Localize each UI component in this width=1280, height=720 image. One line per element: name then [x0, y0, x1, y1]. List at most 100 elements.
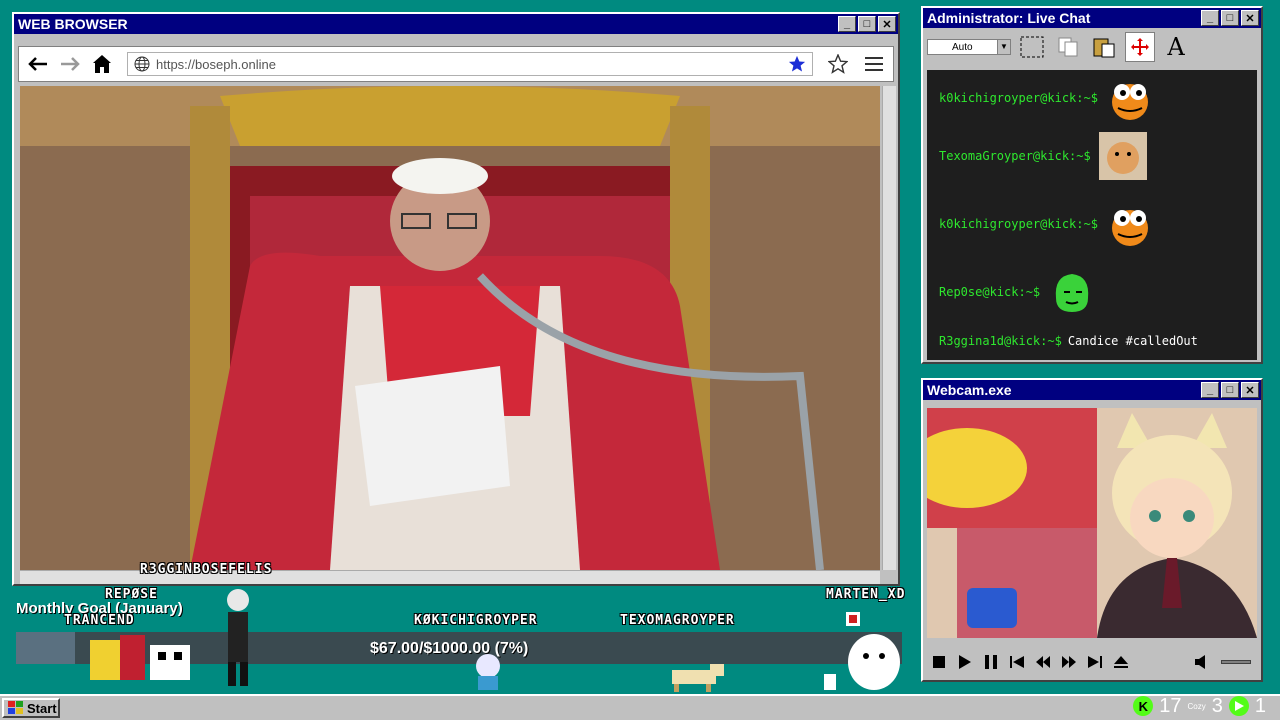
tray-count-b: 3	[1211, 694, 1223, 717]
webcam-window: Webcam.exe _ □ ✕	[921, 378, 1263, 682]
cozy-label: Cozy	[1187, 701, 1206, 711]
marquee-select-icon	[1020, 36, 1044, 58]
bookmarked-star-icon[interactable]	[788, 55, 806, 73]
minimize-button[interactable]: _	[1201, 382, 1219, 398]
volume-button[interactable]	[1195, 654, 1211, 670]
chat-toolbar: Auto ▼ A	[923, 28, 1261, 66]
video-player[interactable]	[20, 86, 880, 570]
maximize-button[interactable]: □	[858, 16, 876, 32]
tray-count-c: 1	[1254, 694, 1266, 717]
start-label: Start	[27, 700, 57, 716]
move-arrows-icon	[1131, 38, 1149, 56]
play-button[interactable]	[957, 654, 973, 670]
chat-username: k0kichigroyper@kick:~$	[939, 91, 1098, 105]
address-bar[interactable]: https://boseph.online	[127, 52, 813, 76]
play-circle-icon	[1228, 696, 1249, 716]
move-button[interactable]	[1125, 32, 1155, 62]
paste-button[interactable]	[1089, 32, 1119, 62]
pause-icon	[985, 655, 997, 669]
frog-emote-icon	[1111, 84, 1148, 120]
vertical-scrollbar[interactable]	[882, 86, 896, 570]
frog-emote-icon	[1111, 210, 1148, 246]
eject-button[interactable]	[1113, 654, 1129, 670]
minimize-button[interactable]: _	[838, 16, 856, 32]
next-button[interactable]	[1087, 654, 1103, 670]
paste-icon	[1093, 38, 1115, 58]
volume-slider[interactable]	[1221, 660, 1251, 664]
favorites-button[interactable]	[825, 52, 851, 76]
copy-button[interactable]	[1053, 32, 1083, 62]
webcam-titlebar[interactable]: Webcam.exe _ □ ✕	[923, 380, 1261, 400]
speaker-icon	[1195, 655, 1205, 669]
viewer-tag: TEXOMAGROYPER	[620, 613, 735, 628]
close-button[interactable]: ✕	[1241, 10, 1259, 26]
back-arrow-icon	[28, 57, 47, 71]
browser-toolbar: https://boseph.online	[18, 46, 894, 82]
previous-button[interactable]	[1009, 654, 1025, 670]
goal-progress-fill	[16, 632, 76, 664]
font-button[interactable]: A	[1161, 32, 1191, 62]
pause-button[interactable]	[983, 654, 999, 670]
close-button[interactable]: ✕	[1241, 382, 1259, 398]
close-button[interactable]: ✕	[878, 16, 896, 32]
viewer-tag: MARTEN_XD	[826, 587, 906, 602]
vtuber-avatar-image	[927, 408, 1257, 638]
browser-title: WEB BROWSER	[18, 16, 128, 32]
fast-forward-icon	[1062, 656, 1076, 668]
url-text: https://boseph.online	[156, 56, 276, 72]
stop-button[interactable]	[931, 654, 947, 670]
chat-username: k0kichigroyper@kick:~$	[939, 217, 1098, 231]
pixel-bird-sprite	[476, 654, 500, 690]
pixel-avatars-sprite	[90, 635, 190, 680]
home-icon	[93, 55, 111, 73]
minimize-button[interactable]: _	[1201, 10, 1219, 26]
skip-back-icon	[1010, 656, 1024, 668]
forward-button[interactable]	[57, 52, 83, 76]
start-button[interactable]: Start	[2, 698, 60, 718]
pixel-ghost-sprite	[824, 612, 900, 690]
chat-message: TexomaGroyper@kick:~$	[939, 132, 1147, 180]
chat-message: R3ggina1d@kick:~$ Candice #calledOut	[939, 334, 1198, 348]
chat-message: k0kichigroyper@kick:~$	[939, 200, 1154, 248]
rewind-button[interactable]	[1035, 654, 1051, 670]
star-outline-icon	[828, 54, 848, 74]
tray-count-a: 17	[1159, 694, 1182, 717]
webcam-feed	[927, 408, 1257, 638]
media-player-controls	[931, 648, 1253, 676]
viewer-tag: TRANCEND	[64, 613, 135, 628]
viewer-tag: REPØSE	[105, 587, 158, 602]
fast-forward-button[interactable]	[1061, 654, 1077, 670]
browser-titlebar[interactable]: WEB BROWSER _ □ ✕	[14, 14, 898, 34]
live-chat-window: Administrator: Live Chat _ □ ✕ Auto ▼ A …	[921, 6, 1263, 364]
pixel-dog-sprite	[672, 664, 724, 692]
stop-icon	[933, 656, 945, 668]
chat-message: Rep0se@kick:~$	[939, 268, 1096, 316]
chevron-down-icon: ▼	[997, 40, 1010, 54]
font-size-value: Auto	[952, 41, 973, 53]
pixel-character-sprite	[227, 589, 249, 686]
maximize-button[interactable]: □	[1221, 382, 1239, 398]
font-size-select[interactable]: Auto ▼	[927, 39, 1011, 55]
copy-icon	[1058, 37, 1078, 57]
viewer-tag: R3GGINBOSEFELIS	[140, 562, 273, 577]
globe-icon	[134, 56, 150, 72]
chat-titlebar[interactable]: Administrator: Live Chat _ □ ✕	[923, 8, 1261, 28]
forward-arrow-icon	[61, 57, 80, 71]
play-icon	[959, 655, 971, 669]
back-button[interactable]	[25, 52, 51, 76]
web-browser-window: WEB BROWSER _ □ ✕ https://boseph.online	[12, 12, 900, 586]
chat-username: Rep0se@kick:~$	[939, 285, 1041, 299]
menu-button[interactable]	[861, 52, 887, 76]
select-button[interactable]	[1017, 32, 1047, 62]
skip-forward-icon	[1088, 656, 1102, 668]
chat-username: R3ggina1d@kick:~$	[939, 334, 1062, 348]
taskbar: Start	[0, 694, 1280, 720]
maximize-button[interactable]: □	[1221, 10, 1239, 26]
rewind-icon	[1036, 656, 1050, 668]
cat-emote-icon	[1098, 132, 1147, 180]
hamburger-menu-icon	[865, 57, 883, 71]
viewer-tag: KØKICHIGROYPER	[414, 613, 538, 628]
kick-logo-icon: K	[1133, 696, 1154, 716]
home-button[interactable]	[89, 52, 115, 76]
chat-messages[interactable]: k0kichigroyper@kick:~$ TexomaGroyper@kic…	[927, 70, 1257, 360]
